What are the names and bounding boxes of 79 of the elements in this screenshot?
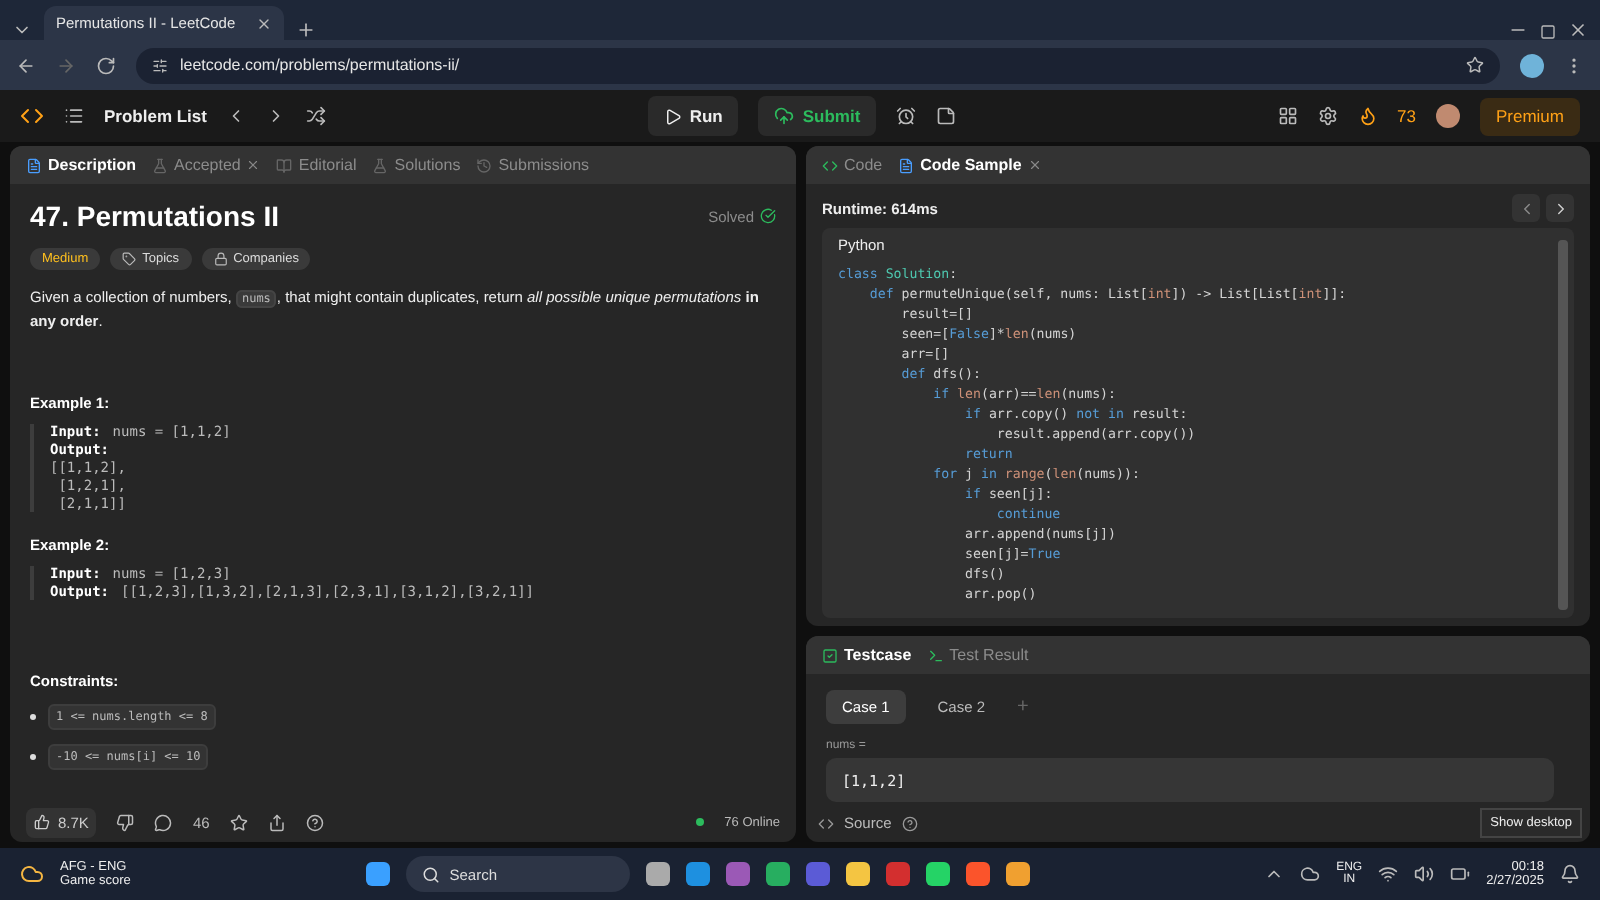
- address-field[interactable]: leetcode.com/problems/permutations-ii/: [180, 56, 460, 74]
- grid-icon: [1277, 106, 1298, 126]
- panel-tab[interactable]: Submissions: [476, 156, 590, 174]
- close-icon: [1027, 158, 1042, 172]
- app-icon[interactable]: [965, 862, 990, 886]
- panel-tab[interactable]: Description: [26, 156, 137, 174]
- next-button[interactable]: [1546, 194, 1574, 222]
- app-icon[interactable]: [845, 862, 870, 886]
- help-icon: [305, 813, 324, 831]
- tag-icon: [122, 252, 137, 266]
- battery-icon: [1450, 864, 1471, 884]
- sliders-icon: [152, 57, 168, 73]
- premium-button[interactable]: Premium: [1479, 97, 1580, 135]
- plus-icon: [296, 20, 316, 40]
- code-icon: [818, 815, 834, 831]
- bullet-icon: [30, 754, 36, 760]
- book-icon: [276, 157, 293, 173]
- start-icon[interactable]: [365, 862, 390, 886]
- check-circle-icon: [760, 208, 776, 224]
- close-icon: [256, 15, 272, 31]
- logo-icon: [20, 104, 44, 128]
- previous-button[interactable]: [1512, 194, 1540, 222]
- run-button[interactable]: Run: [647, 96, 739, 136]
- panel-tab[interactable]: Solutions: [372, 156, 461, 174]
- streak-count: 73: [1397, 106, 1416, 126]
- history-icon: [476, 157, 493, 173]
- settings-icon: [1317, 106, 1338, 126]
- list-icon: [64, 106, 84, 126]
- thumbs-up-icon: [34, 814, 50, 830]
- checkbox-icon: [822, 647, 838, 663]
- app-icon[interactable]: [925, 862, 950, 886]
- search-icon: [421, 865, 440, 883]
- volume-icon: [1414, 864, 1435, 884]
- terminal-icon: [927, 647, 944, 663]
- star-icon: [229, 813, 248, 831]
- close-icon: [1568, 20, 1588, 40]
- flask-icon: [372, 157, 389, 173]
- comment-icon: [154, 813, 173, 831]
- bullet-icon: [30, 714, 36, 720]
- weather-icon: [20, 862, 44, 886]
- document-icon: [26, 157, 42, 173]
- app-icon[interactable]: [645, 862, 670, 886]
- panel-tab[interactable]: Testcase: [822, 646, 912, 664]
- code-icon: [822, 157, 838, 173]
- thumbs-down-icon: [116, 813, 135, 831]
- maximize-icon: [1540, 24, 1556, 40]
- panel-tab[interactable]: Accepted: [152, 156, 261, 174]
- shuffle-icon: [306, 106, 327, 126]
- panel-tab[interactable]: Code Sample: [898, 156, 1042, 174]
- panel-tab[interactable]: Editorial: [276, 156, 357, 174]
- lock-icon: [213, 252, 228, 266]
- flame-icon: [1357, 106, 1378, 126]
- star-icon: [1466, 56, 1484, 74]
- back-icon: [16, 55, 36, 75]
- app-icon[interactable]: [765, 862, 790, 886]
- document-icon: [898, 157, 915, 173]
- panel-tab[interactable]: Code: [822, 156, 883, 174]
- avatar: [1435, 104, 1460, 128]
- panel-tab[interactable]: Test Result: [927, 646, 1029, 664]
- online-dot: [696, 818, 705, 826]
- problem-title: 47. Permutations II: [30, 200, 279, 232]
- note-icon: [936, 106, 957, 126]
- problem-list-link[interactable]: Problem List: [104, 106, 207, 126]
- close-icon: [246, 158, 261, 172]
- cloud-upload-icon: [774, 106, 795, 126]
- alarm-clock-icon: [896, 106, 917, 126]
- submit-button[interactable]: Submit: [758, 96, 877, 136]
- help-icon: [901, 815, 918, 831]
- wifi-icon: [1378, 864, 1399, 884]
- share-icon: [267, 813, 286, 831]
- app-icon[interactable]: [685, 862, 710, 886]
- play-icon: [663, 107, 682, 125]
- bell-icon: [1560, 864, 1580, 884]
- reload-icon: [96, 55, 116, 75]
- cloud-icon: [1300, 864, 1321, 884]
- forward-icon: [56, 55, 76, 75]
- profile-avatar: [1520, 53, 1544, 77]
- app-icon[interactable]: [1005, 862, 1030, 886]
- flask-icon: [152, 157, 169, 173]
